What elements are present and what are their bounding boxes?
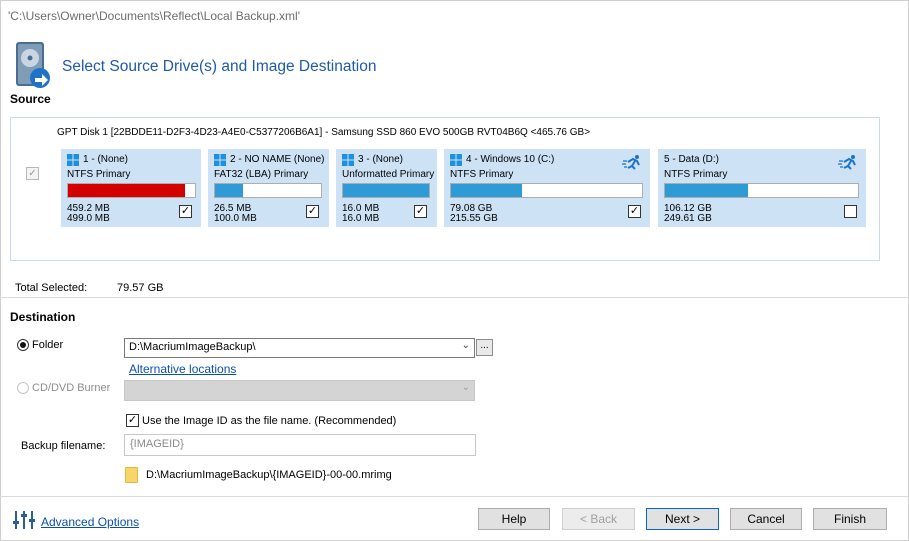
cancel-button[interactable]: Cancel — [730, 508, 802, 530]
partition-filesystem: FAT32 (LBA) Primary — [214, 169, 309, 180]
partition-checkbox[interactable]: ✓ — [179, 205, 192, 218]
cd-dvd-radio[interactable] — [17, 382, 29, 394]
total-selected-value: 79.57 GB — [117, 282, 164, 294]
use-image-id-checkbox[interactable]: ✓ — [126, 414, 139, 427]
partition-usage-fill — [451, 184, 522, 197]
partition-total: 249.61 GB — [664, 213, 712, 224]
section-divider — [0, 297, 909, 298]
partition-total: 16.0 MB — [342, 213, 380, 224]
advanced-options-link[interactable]: Advanced Options — [41, 515, 139, 529]
wizard-window — [0, 0, 909, 541]
partition-filesystem: NTFS Primary — [67, 169, 131, 180]
disk-header: GPT Disk 1 [22BDDE11-D2F3-4D23-A4E0-C537… — [57, 127, 591, 138]
partition-3[interactable]: 3 - (None) Unformatted Primary 16.0 MB 1… — [336, 149, 437, 227]
folder-label: Folder — [32, 339, 64, 351]
folder-radio[interactable] — [17, 339, 29, 351]
partition-filesystem: Unformatted Primary — [342, 169, 435, 180]
folder-path-value: D:\MacriumImageBackup\ — [129, 341, 256, 353]
partition-usage-bar — [214, 183, 322, 198]
partition-title: 5 - Data (D:) — [664, 154, 720, 165]
running-man-icon — [622, 155, 640, 170]
partition-2[interactable]: 2 - NO NAME (None) FAT32 (LBA) Primary 2… — [208, 149, 329, 227]
wizard-title: Select Source Drive(s) and Image Destina… — [62, 58, 377, 75]
partition-usage-fill — [665, 184, 748, 197]
windows-icon — [214, 154, 226, 166]
chevron-down-icon: ⌄ — [461, 382, 470, 393]
next-button[interactable]: Next > — [646, 508, 719, 530]
folder-icon — [125, 467, 138, 483]
browse-button[interactable]: ... — [476, 339, 493, 356]
partition-usage-bar — [664, 183, 859, 198]
window-path-title: 'C:\Users\Owner\Documents\Reflect\Local … — [8, 9, 301, 23]
running-man-icon — [838, 155, 856, 170]
windows-icon — [342, 154, 354, 166]
windows-icon — [67, 154, 79, 166]
partition-total: 499.0 MB — [67, 213, 110, 224]
windows-icon — [450, 154, 462, 166]
resolved-path: D:\MacriumImageBackup\{IMAGEID}-00-00.mr… — [146, 469, 392, 481]
partition-usage-fill — [215, 184, 243, 197]
disk-image-icon — [16, 42, 50, 88]
partition-usage-bar — [67, 183, 196, 198]
source-section-label: Source — [10, 92, 51, 106]
partition-total: 100.0 MB — [214, 213, 257, 224]
partition-usage-fill — [343, 184, 429, 197]
total-selected-label: Total Selected: — [15, 282, 88, 294]
chevron-down-icon: ⌄ — [461, 340, 470, 351]
folder-path-combo[interactable]: D:\MacriumImageBackup\ ⌄ — [124, 338, 475, 358]
partition-usage-fill — [68, 184, 185, 197]
partition-title: 4 - Windows 10 (C:) — [466, 154, 555, 165]
disk-select-checkbox[interactable]: ✓ — [26, 167, 39, 180]
partition-filesystem: NTFS Primary — [664, 169, 728, 180]
alternative-locations-link[interactable]: Alternative locations — [129, 362, 236, 376]
cd-dvd-combo[interactable]: ⌄ — [124, 380, 475, 401]
partition-1[interactable]: 1 - (None) NTFS Primary 459.2 MB 499.0 M… — [61, 149, 201, 227]
footer-divider — [0, 496, 909, 497]
backup-filename-input[interactable]: {IMAGEID} — [124, 434, 476, 456]
partition-usage-bar — [342, 183, 430, 198]
cd-dvd-label: CD/DVD Burner — [32, 382, 111, 394]
destination-section-label: Destination — [10, 310, 76, 324]
backup-filename-label: Backup filename: — [21, 440, 106, 452]
partition-title: 1 - (None) — [83, 154, 129, 165]
partition-checkbox[interactable] — [844, 205, 857, 218]
partition-4[interactable]: 4 - Windows 10 (C:) NTFS Primary 79.08 G… — [444, 149, 650, 227]
use-image-id-label: Use the Image ID as the file name. (Reco… — [142, 415, 397, 427]
help-button[interactable]: Help — [478, 508, 550, 530]
partition-checkbox[interactable]: ✓ — [414, 205, 427, 218]
partition-title: 3 - (None) — [358, 154, 404, 165]
finish-button[interactable]: Finish — [813, 508, 887, 530]
back-button[interactable]: < Back — [562, 508, 635, 530]
partition-title: 2 - NO NAME (None) — [230, 154, 325, 165]
partition-checkbox[interactable]: ✓ — [628, 205, 641, 218]
partition-filesystem: NTFS Primary — [450, 169, 514, 180]
partition-usage-bar — [450, 183, 643, 198]
partition-5[interactable]: 5 - Data (D:) NTFS Primary 106.12 GB 249… — [658, 149, 866, 227]
sliders-icon — [13, 511, 35, 529]
partition-total: 215.55 GB — [450, 213, 498, 224]
partition-checkbox[interactable]: ✓ — [306, 205, 319, 218]
